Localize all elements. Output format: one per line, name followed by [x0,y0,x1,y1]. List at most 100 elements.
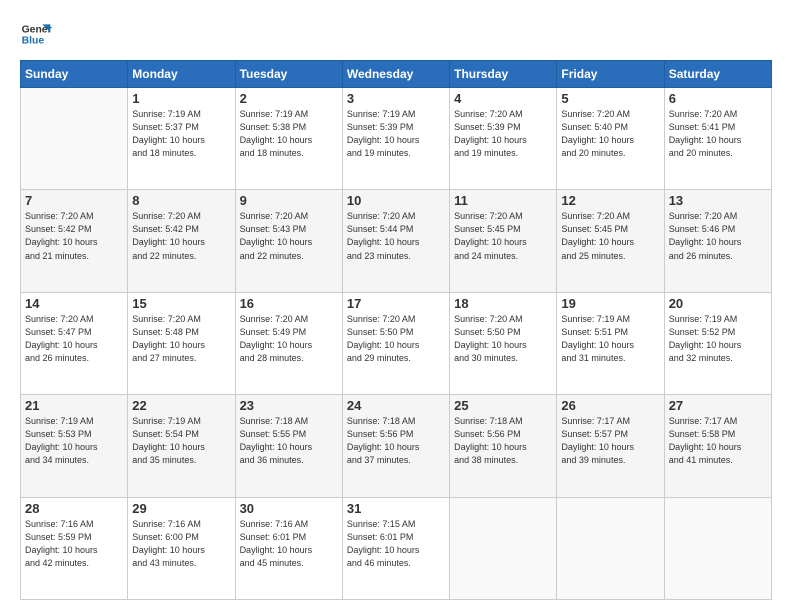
day-number: 29 [132,501,230,516]
calendar-cell: 22Sunrise: 7:19 AM Sunset: 5:54 PM Dayli… [128,395,235,497]
day-number: 31 [347,501,445,516]
calendar-cell: 23 Sunrise: 7:18 AM Sunset: 5:55 PM Dayli… [235,395,342,497]
day-info: Sunrise: 7:20 AM Sunset: 5:45 PM Dayligh… [454,210,552,262]
day-info: Sunrise: 7:20 AM Sunset: 5:42 PM Dayligh… [25,210,123,262]
calendar-cell: 15 Sunrise: 7:20 AM Sunset: 5:48 PM Dayli… [128,292,235,394]
day-number: 18 [454,296,552,311]
calendar-cell: 16 Sunrise: 7:20 AM Sunset: 5:49 PM Dayli… [235,292,342,394]
day-info: Sunrise: 7:20 AM Sunset: 5:44 PM Dayligh… [347,210,445,262]
weekday-header-row: SundayMondayTuesdayWednesdayThursdayFrid… [21,61,772,88]
day-number: 15 [132,296,230,311]
day-info: Sunrise: 7:20 AM Sunset: 5:47 PM Dayligh… [25,313,123,365]
calendar-cell: 14Sunrise: 7:20 AM Sunset: 5:47 PM Dayli… [21,292,128,394]
weekday-header-wednesday: Wednesday [342,61,449,88]
calendar-cell: 13 Sunrise: 7:20 AM Sunset: 5:46 PM Dayli… [664,190,771,292]
day-number: 26 [561,398,659,413]
day-number: 13 [669,193,767,208]
day-info: Sunrise: 7:19 AM Sunset: 5:53 PM Dayligh… [25,415,123,467]
calendar-cell: 25Sunrise: 7:18 AM Sunset: 5:56 PM Dayli… [450,395,557,497]
weekday-header-sunday: Sunday [21,61,128,88]
calendar-cell: 17 Sunrise: 7:20 AM Sunset: 5:50 PM Dayli… [342,292,449,394]
day-number: 12 [561,193,659,208]
weekday-header-tuesday: Tuesday [235,61,342,88]
day-info: Sunrise: 7:20 AM Sunset: 5:50 PM Dayligh… [347,313,445,365]
day-number: 8 [132,193,230,208]
day-number: 27 [669,398,767,413]
day-number: 20 [669,296,767,311]
calendar-cell: 7 Sunrise: 7:20 AM Sunset: 5:42 PM Daylig… [21,190,128,292]
day-number: 24 [347,398,445,413]
day-number: 4 [454,91,552,106]
day-number: 21 [25,398,123,413]
day-info: Sunrise: 7:20 AM Sunset: 5:42 PM Dayligh… [132,210,230,262]
day-number: 17 [347,296,445,311]
day-info: Sunrise: 7:16 AM Sunset: 6:00 PM Dayligh… [132,518,230,570]
calendar-cell: 21 Sunrise: 7:19 AM Sunset: 5:53 PM Dayli… [21,395,128,497]
logo: General Blue [20,18,52,50]
calendar-week-row: 14Sunrise: 7:20 AM Sunset: 5:47 PM Dayli… [21,292,772,394]
day-info: Sunrise: 7:20 AM Sunset: 5:41 PM Dayligh… [669,108,767,160]
day-info: Sunrise: 7:18 AM Sunset: 5:55 PM Dayligh… [240,415,338,467]
day-number: 11 [454,193,552,208]
day-info: Sunrise: 7:20 AM Sunset: 5:45 PM Dayligh… [561,210,659,262]
day-info: Sunrise: 7:20 AM Sunset: 5:49 PM Dayligh… [240,313,338,365]
day-number: 2 [240,91,338,106]
calendar-cell: 9 Sunrise: 7:20 AM Sunset: 5:43 PM Daylig… [235,190,342,292]
page: General Blue SundayMondayTuesdayWednesda… [0,0,792,612]
logo-icon: General Blue [20,18,52,50]
day-number: 22 [132,398,230,413]
day-info: Sunrise: 7:19 AM Sunset: 5:38 PM Dayligh… [240,108,338,160]
day-number: 30 [240,501,338,516]
weekday-header-monday: Monday [128,61,235,88]
day-info: Sunrise: 7:20 AM Sunset: 5:39 PM Dayligh… [454,108,552,160]
calendar-cell: 26 Sunrise: 7:17 AM Sunset: 5:57 PM Dayli… [557,395,664,497]
day-info: Sunrise: 7:18 AM Sunset: 5:56 PM Dayligh… [347,415,445,467]
day-info: Sunrise: 7:20 AM Sunset: 5:43 PM Dayligh… [240,210,338,262]
day-info: Sunrise: 7:19 AM Sunset: 5:39 PM Dayligh… [347,108,445,160]
day-info: Sunrise: 7:16 AM Sunset: 5:59 PM Dayligh… [25,518,123,570]
calendar-cell: 8 Sunrise: 7:20 AM Sunset: 5:42 PM Daylig… [128,190,235,292]
calendar-cell: 29 Sunrise: 7:16 AM Sunset: 6:00 PM Dayli… [128,497,235,599]
weekday-header-saturday: Saturday [664,61,771,88]
day-number: 23 [240,398,338,413]
day-info: Sunrise: 7:15 AM Sunset: 6:01 PM Dayligh… [347,518,445,570]
calendar-cell: 18 Sunrise: 7:20 AM Sunset: 5:50 PM Dayli… [450,292,557,394]
calendar-cell [664,497,771,599]
day-number: 16 [240,296,338,311]
calendar-cell: 11 Sunrise: 7:20 AM Sunset: 5:45 PM Dayli… [450,190,557,292]
calendar-week-row: 28 Sunrise: 7:16 AM Sunset: 5:59 PM Dayli… [21,497,772,599]
day-number: 9 [240,193,338,208]
calendar-week-row: 7 Sunrise: 7:20 AM Sunset: 5:42 PM Daylig… [21,190,772,292]
day-info: Sunrise: 7:18 AM Sunset: 5:56 PM Dayligh… [454,415,552,467]
calendar-week-row: 21 Sunrise: 7:19 AM Sunset: 5:53 PM Dayli… [21,395,772,497]
day-info: Sunrise: 7:19 AM Sunset: 5:37 PM Dayligh… [132,108,230,160]
weekday-header-thursday: Thursday [450,61,557,88]
weekday-header-friday: Friday [557,61,664,88]
calendar-cell: 3Sunrise: 7:19 AM Sunset: 5:39 PM Daylig… [342,88,449,190]
day-info: Sunrise: 7:20 AM Sunset: 5:50 PM Dayligh… [454,313,552,365]
day-info: Sunrise: 7:17 AM Sunset: 5:58 PM Dayligh… [669,415,767,467]
day-info: Sunrise: 7:20 AM Sunset: 5:48 PM Dayligh… [132,313,230,365]
calendar-cell: 1Sunrise: 7:19 AM Sunset: 5:37 PM Daylig… [128,88,235,190]
calendar-cell: 5Sunrise: 7:20 AM Sunset: 5:40 PM Daylig… [557,88,664,190]
calendar-cell: 10Sunrise: 7:20 AM Sunset: 5:44 PM Dayli… [342,190,449,292]
calendar-table: SundayMondayTuesdayWednesdayThursdayFrid… [20,60,772,600]
day-number: 6 [669,91,767,106]
calendar-cell [557,497,664,599]
calendar-cell: 31 Sunrise: 7:15 AM Sunset: 6:01 PM Dayli… [342,497,449,599]
day-info: Sunrise: 7:20 AM Sunset: 5:46 PM Dayligh… [669,210,767,262]
day-info: Sunrise: 7:17 AM Sunset: 5:57 PM Dayligh… [561,415,659,467]
calendar-cell: 19Sunrise: 7:19 AM Sunset: 5:51 PM Dayli… [557,292,664,394]
calendar-cell: 12 Sunrise: 7:20 AM Sunset: 5:45 PM Dayli… [557,190,664,292]
calendar-cell: 27 Sunrise: 7:17 AM Sunset: 5:58 PM Dayli… [664,395,771,497]
svg-text:Blue: Blue [22,36,45,47]
calendar-cell: 20Sunrise: 7:19 AM Sunset: 5:52 PM Dayli… [664,292,771,394]
day-number: 7 [25,193,123,208]
day-info: Sunrise: 7:16 AM Sunset: 6:01 PM Dayligh… [240,518,338,570]
day-number: 28 [25,501,123,516]
day-number: 5 [561,91,659,106]
day-number: 19 [561,296,659,311]
calendar-cell [450,497,557,599]
calendar-cell [21,88,128,190]
calendar-cell: 28 Sunrise: 7:16 AM Sunset: 5:59 PM Dayli… [21,497,128,599]
